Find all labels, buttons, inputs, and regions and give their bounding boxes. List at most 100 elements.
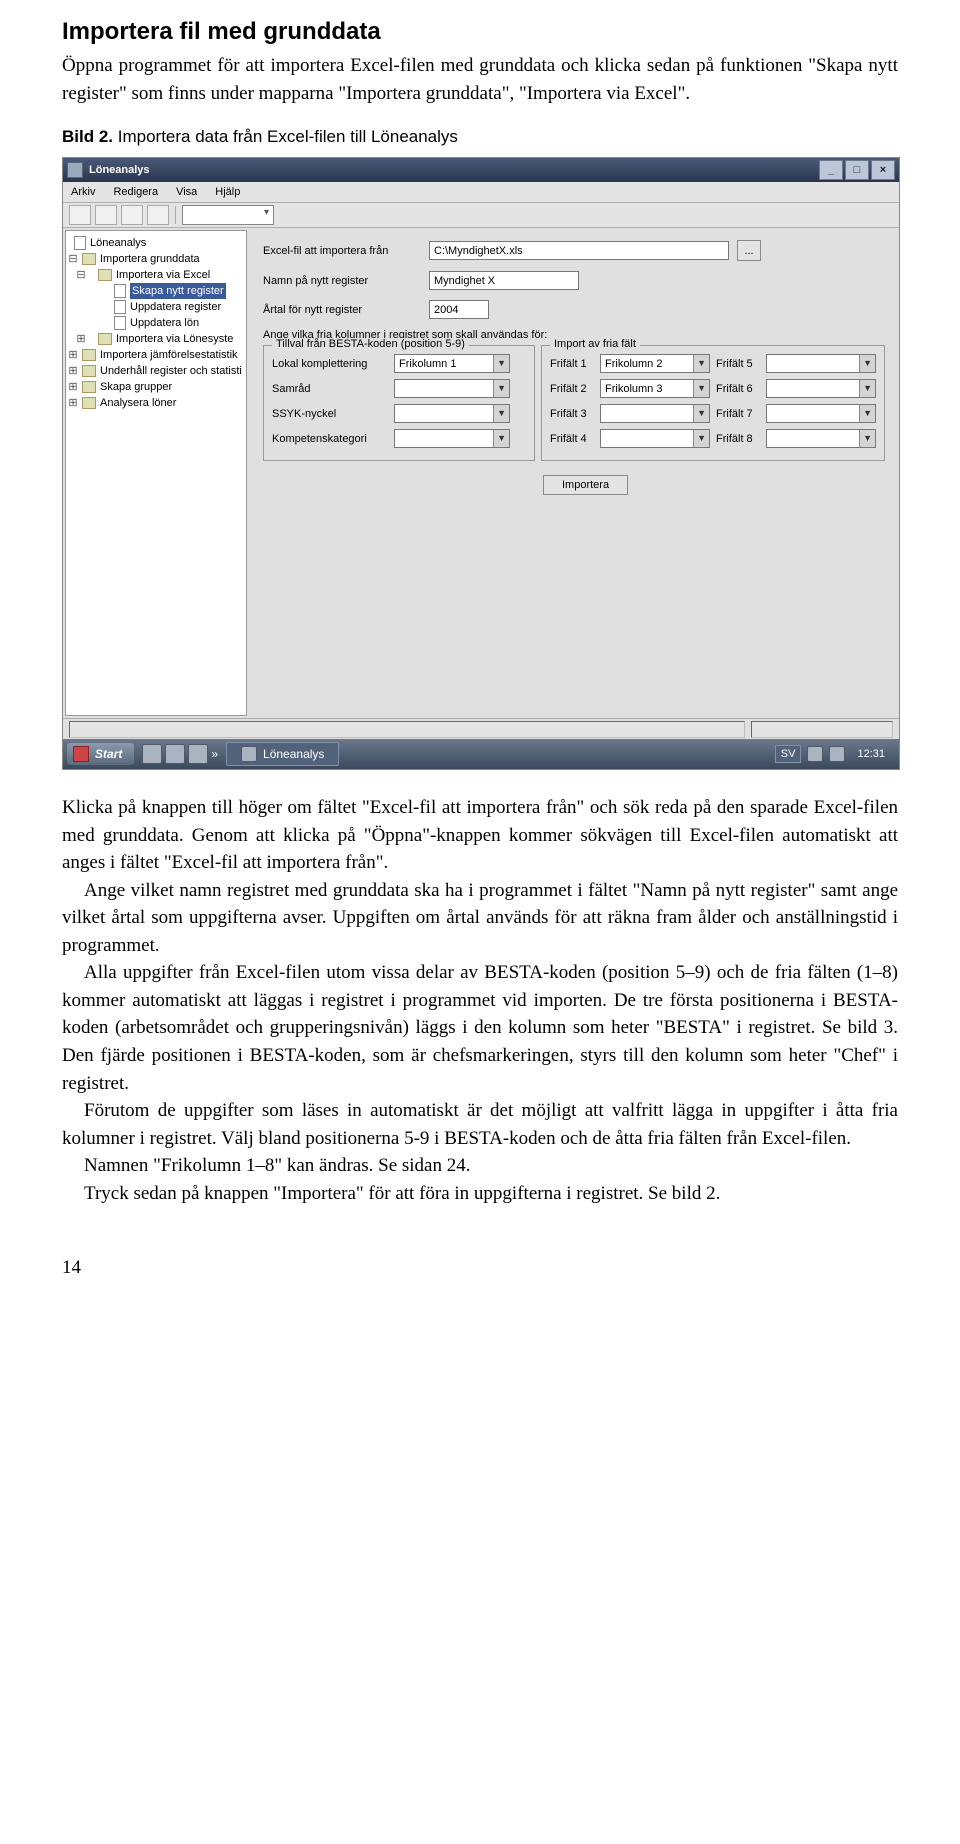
label-frifalt-7: Frifält 7 [716, 408, 760, 420]
combo-frifalt-8[interactable]: ▼ [766, 429, 876, 448]
toolbar-btn-1[interactable] [69, 205, 91, 225]
task-app-icon [241, 746, 257, 762]
maximize-button[interactable]: □ [845, 160, 869, 180]
combo-frifalt-6[interactable]: ▼ [766, 379, 876, 398]
system-tray: SV 12:31 [771, 745, 895, 763]
menu-bar: Arkiv Redigera Visa Hjälp [63, 182, 899, 203]
label-frifalt-2: Frifält 2 [550, 383, 594, 395]
label-frifalt-3: Frifält 3 [550, 408, 594, 420]
tree-underhall[interactable]: ⊞ Underhåll register och statisti [68, 363, 244, 379]
tree-analysera-loner[interactable]: ⊞ Analysera löner [68, 395, 244, 411]
body-p5: Namnen "Frikolumn 1–8" kan ändras. Se si… [62, 1152, 898, 1180]
folder-icon [98, 333, 112, 345]
taskbar-clock[interactable]: 12:31 [851, 748, 891, 760]
tray-icon-2[interactable] [829, 746, 845, 762]
combo-frifalt-3[interactable]: ▼ [600, 404, 710, 423]
app-window: Löneanalys _ □ × Arkiv Redigera Visa Hjä… [62, 157, 900, 770]
label-year: Årtal för nytt register [263, 304, 421, 316]
windows-taskbar: Start » Löneanalys SV 12:31 [63, 739, 899, 769]
menu-visa[interactable]: Visa [174, 184, 199, 200]
label-frifalt-1: Frifält 1 [550, 358, 594, 370]
folder-icon [98, 269, 112, 281]
menu-arkiv[interactable]: Arkiv [69, 184, 97, 200]
window-titlebar[interactable]: Löneanalys _ □ × [63, 158, 899, 182]
tree-root[interactable]: Löneanalys [68, 235, 244, 251]
body-p3: Alla uppgifter från Excel-filen utom vis… [62, 959, 898, 1097]
tray-icon-1[interactable] [807, 746, 823, 762]
folder-icon [82, 253, 96, 265]
window-title: Löneanalys [89, 164, 150, 176]
app-icon [67, 162, 83, 178]
tree-uppdatera-lon[interactable]: Uppdatera lön [68, 315, 244, 331]
label-frifalt-6: Frifält 6 [716, 383, 760, 395]
body-p4: Förutom de uppgifter som läses in automa… [62, 1097, 898, 1152]
label-samrad: Samråd [272, 383, 388, 395]
group-fria-falt: Import av fria fält Frifält 1 Frikolumn … [541, 345, 885, 461]
taskbar-app-loneanalys[interactable]: Löneanalys [226, 742, 339, 766]
input-year[interactable]: 2004 [429, 300, 489, 319]
item-icon [114, 284, 126, 298]
tree-import-via-excel[interactable]: ⊟ Importera via Excel [68, 267, 244, 283]
body-p1: Klicka på knappen till höger om fältet "… [62, 794, 898, 877]
quick-icon-2[interactable] [165, 744, 185, 764]
tree-import-jamforelse[interactable]: ⊞ Importera jämförelsestatistik [68, 347, 244, 363]
input-excel-file[interactable]: C:\MyndighetX.xls [429, 241, 729, 260]
combo-lokal[interactable]: Frikolumn 1▼ [394, 354, 510, 373]
quick-launch-chevron-icon[interactable]: » [211, 747, 218, 761]
close-button[interactable]: × [871, 160, 895, 180]
nav-tree[interactable]: Löneanalys ⊟ Importera grunddata ⊟ Impor… [65, 230, 247, 716]
quick-icon-3[interactable] [188, 744, 208, 764]
combo-frifalt-7[interactable]: ▼ [766, 404, 876, 423]
toolbar-btn-4[interactable] [147, 205, 169, 225]
label-ssyk: SSYK-nyckel [272, 408, 388, 420]
tree-uppdatera-register[interactable]: Uppdatera register [68, 299, 244, 315]
menu-redigera[interactable]: Redigera [111, 184, 160, 200]
label-lokal: Lokal komplettering [272, 358, 388, 370]
item-icon [114, 316, 126, 330]
menu-hjalp[interactable]: Hjälp [213, 184, 242, 200]
combo-frifalt-4[interactable]: ▼ [600, 429, 710, 448]
tree-import-via-lonesystem[interactable]: ⊞ Importera via Lönesyste [68, 331, 244, 347]
quick-launch: » [142, 744, 218, 764]
combo-ssyk[interactable]: ▼ [394, 404, 510, 423]
group-besta-legend: Tillval från BESTA-koden (position 5-9) [272, 338, 469, 350]
combo-frifalt-2[interactable]: Frikolumn 3▼ [600, 379, 710, 398]
tree-skapa-grupper[interactable]: ⊞ Skapa grupper [68, 379, 244, 395]
toolbar-btn-2[interactable] [95, 205, 117, 225]
quick-icon-1[interactable] [142, 744, 162, 764]
import-button[interactable]: Importera [543, 475, 628, 495]
start-button[interactable]: Start [67, 743, 134, 765]
combo-kompetens[interactable]: ▼ [394, 429, 510, 448]
page-number: 14 [62, 1257, 898, 1279]
tree-skapa-nytt-register[interactable]: Skapa nytt register [68, 283, 244, 299]
body-p2: Ange vilket namn registret med grunddata… [62, 877, 898, 960]
toolbar-btn-3[interactable] [121, 205, 143, 225]
folder-icon [82, 397, 96, 409]
group-besta: Tillval från BESTA-koden (position 5-9) … [263, 345, 535, 461]
combo-frifalt-5[interactable]: ▼ [766, 354, 876, 373]
status-bar [63, 718, 899, 739]
caption-bold: Bild 2. [62, 127, 113, 146]
caption-rest: Importera data från Excel-filen till Lön… [113, 127, 458, 146]
folder-icon [82, 381, 96, 393]
label-register-name: Namn på nytt register [263, 275, 421, 287]
toolbar-dropdown[interactable] [182, 205, 274, 225]
tree-import-grunddata[interactable]: ⊟ Importera grunddata [68, 251, 244, 267]
browse-button[interactable]: ... [737, 240, 761, 261]
windows-logo-icon [73, 746, 89, 762]
item-icon [114, 300, 126, 314]
label-frifalt-8: Frifält 8 [716, 433, 760, 445]
figure-caption: Bild 2. Importera data från Excel-filen … [62, 127, 898, 147]
folder-icon [82, 349, 96, 361]
combo-samrad[interactable]: ▼ [394, 379, 510, 398]
combo-frifalt-1[interactable]: Frikolumn 2▼ [600, 354, 710, 373]
doc-icon [74, 236, 86, 250]
doc-title: Importera fil med grunddata [62, 18, 898, 46]
input-register-name[interactable]: Myndighet X [429, 271, 579, 290]
label-excel-file: Excel-fil att importera från [263, 245, 421, 257]
doc-intro: Öppna programmet för att importera Excel… [62, 52, 898, 107]
import-form: Excel-fil att importera från C:\Myndighe… [249, 228, 899, 718]
language-indicator[interactable]: SV [775, 745, 802, 763]
label-frifalt-4: Frifält 4 [550, 433, 594, 445]
minimize-button[interactable]: _ [819, 160, 843, 180]
